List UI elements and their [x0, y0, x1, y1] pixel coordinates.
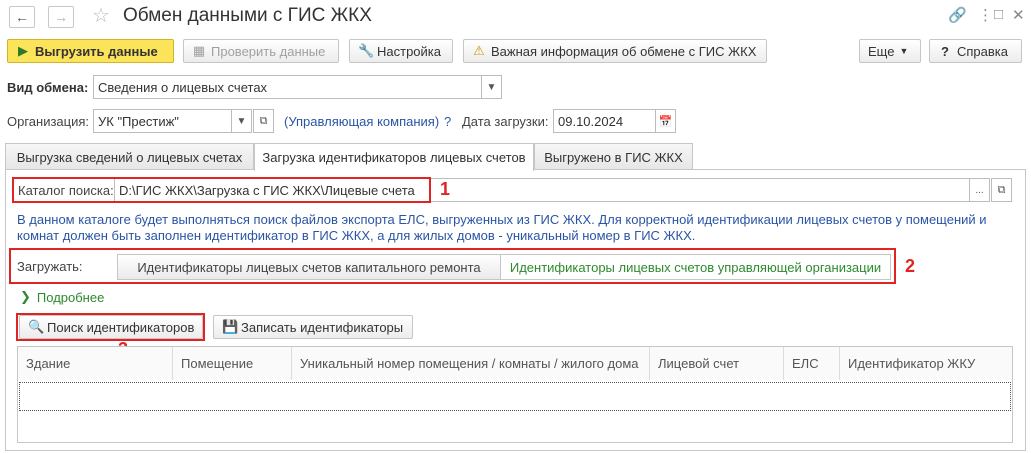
- tab-load-identifiers[interactable]: Загрузка идентификаторов лицевых счетов: [254, 143, 534, 171]
- window-title: Обмен данными с ГИС ЖКХ: [123, 5, 372, 26]
- load-date-picker[interactable]: 📅: [655, 109, 676, 133]
- settings-label: Настройка: [377, 43, 441, 59]
- chevron-down-icon: ▼: [899, 46, 909, 56]
- maximize-icon[interactable]: □: [994, 6, 1003, 23]
- more-label: Еще: [868, 43, 895, 59]
- exchange-type-select[interactable]: Сведения о лицевых счетах: [93, 75, 482, 99]
- open-window-icon: ⧉: [997, 183, 1006, 196]
- annotation-box-1: [12, 177, 431, 203]
- load-date-field[interactable]: 09.10.2024: [553, 109, 656, 133]
- chevron-down-icon: ▼: [486, 81, 497, 93]
- important-info-label: Важная информация об обмене с ГИС ЖКХ: [491, 43, 757, 59]
- arrow-left-icon: ←: [15, 9, 29, 25]
- important-info-button[interactable]: ⚠ Важная информация об обмене с ГИС ЖКХ: [463, 39, 767, 63]
- warning-icon: ⚠: [473, 43, 485, 58]
- load-date-label: Дата загрузки:: [462, 114, 549, 129]
- info-text: В данном каталоге будет выполняться поис…: [17, 212, 987, 243]
- load-option-management[interactable]: Идентификаторы лицевых счетов управляюще…: [500, 254, 891, 280]
- table-row[interactable]: [19, 382, 1011, 411]
- organization-field[interactable]: УК "Престиж": [93, 109, 232, 133]
- forward-button[interactable]: →: [48, 6, 74, 28]
- check-data-label: Проверить данные: [211, 43, 326, 59]
- help-button[interactable]: ? Справка: [929, 39, 1022, 63]
- settings-button[interactable]: 🔧 Настройка: [349, 39, 453, 63]
- chevron-down-icon: ▼: [236, 115, 247, 127]
- export-data-label: Выгрузить данные: [35, 43, 158, 59]
- tab-export-accounts[interactable]: Выгрузка сведений о лицевых счетах: [5, 143, 254, 170]
- open-window-icon: ⧉: [259, 114, 268, 127]
- annotation-box-3: [16, 313, 205, 341]
- column-hcs-id[interactable]: Идентификатор ЖКУ: [840, 347, 1012, 380]
- arrow-right-icon: →: [54, 9, 68, 25]
- catalog-browse-button[interactable]: ...: [969, 178, 990, 202]
- organization-role-link[interactable]: (Управляющая компания): [284, 114, 439, 129]
- close-icon[interactable]: ✕: [1012, 6, 1025, 24]
- exchange-type-dropdown[interactable]: ▼: [481, 75, 502, 99]
- organization-open-button[interactable]: ⧉: [253, 109, 274, 133]
- details-label: Подробнее: [36, 289, 105, 305]
- column-account[interactable]: Лицевой счет: [650, 347, 784, 380]
- calendar-icon: 📅: [658, 115, 673, 128]
- tab-exported[interactable]: Выгружено в ГИС ЖКХ: [534, 143, 693, 170]
- load-label: Загружать:: [17, 259, 83, 274]
- exchange-type-label: Вид обмена:: [7, 80, 89, 95]
- column-premise[interactable]: Помещение: [173, 347, 292, 380]
- save-identifiers-label: Записать идентификаторы: [241, 319, 404, 335]
- check-data-button[interactable]: ▦ Проверить данные: [183, 39, 339, 63]
- export-icon: ▶: [18, 43, 28, 58]
- details-toggle[interactable]: ❯ Подробнее: [20, 289, 104, 305]
- more-vertical-icon[interactable]: ⋮: [978, 6, 993, 24]
- link-icon[interactable]: 🔗: [948, 6, 967, 24]
- annotation-number-2: 2: [905, 256, 916, 276]
- organization-label: Организация:: [7, 114, 90, 129]
- chevron-right-icon: ❯: [20, 289, 31, 304]
- column-unique-number[interactable]: Уникальный номер помещения / комнаты / ж…: [292, 347, 650, 380]
- more-button[interactable]: Еще ▼: [859, 39, 921, 63]
- export-data-button[interactable]: ▶ Выгрузить данные: [7, 39, 174, 63]
- wrench-icon: 🔧: [358, 43, 375, 58]
- identifiers-table[interactable]: Здание Помещение Уникальный номер помеще…: [17, 346, 1013, 443]
- help-question-icon[interactable]: ?: [444, 114, 451, 129]
- help-label: Справка: [957, 43, 1008, 59]
- save-disk-icon: 💾: [222, 319, 239, 334]
- save-identifiers-button[interactable]: 💾 Записать идентификаторы: [213, 315, 413, 339]
- question-icon: ?: [941, 43, 949, 59]
- organization-dropdown[interactable]: ▼: [231, 109, 252, 133]
- column-els[interactable]: ЕЛС: [784, 347, 840, 380]
- check-icon: ▦: [192, 43, 206, 58]
- annotation-number-1: 1: [440, 179, 451, 199]
- column-building[interactable]: Здание: [18, 347, 173, 380]
- favorite-star-icon[interactable]: ☆: [92, 3, 110, 28]
- catalog-open-button[interactable]: ⧉: [991, 178, 1012, 202]
- load-option-capital-repair[interactable]: Идентификаторы лицевых счетов капитально…: [117, 254, 501, 280]
- back-button[interactable]: ←: [9, 6, 35, 28]
